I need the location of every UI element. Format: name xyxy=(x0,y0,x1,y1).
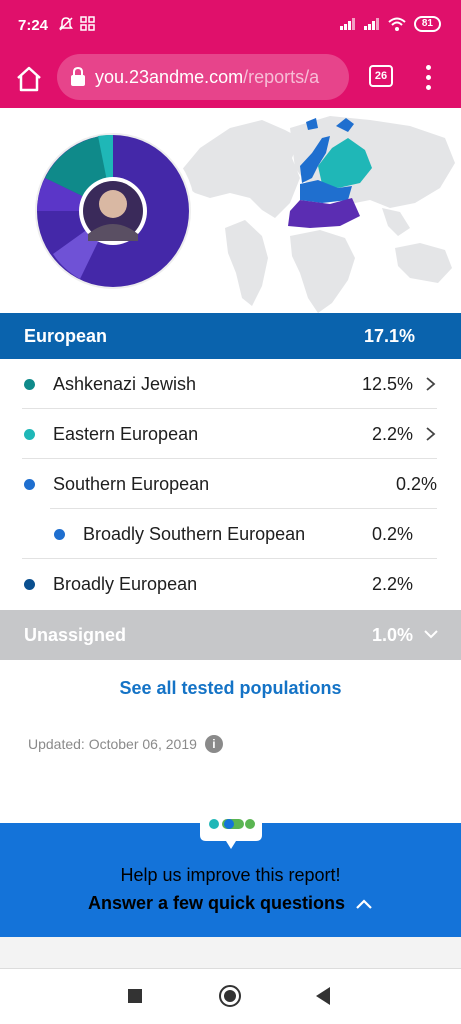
population-row-broadly-southern-european: Broadly Southern European 0.2% xyxy=(0,509,461,559)
bell-off-icon xyxy=(59,17,73,31)
recents-button[interactable] xyxy=(128,989,142,1003)
population-list: Ashkenazi Jewish 12.5% Eastern European … xyxy=(0,359,461,609)
population-percent: 2.2% xyxy=(371,423,413,444)
updated-info: Updated: October 06, 2019 i xyxy=(28,735,223,753)
category-name: European xyxy=(24,325,108,346)
see-all-populations-link[interactable]: See all tested populations xyxy=(0,678,461,699)
feedback-action-label: Answer a few quick questions xyxy=(87,893,346,913)
population-row-broadly-european: Broadly European 2.2% xyxy=(0,559,461,609)
back-button[interactable] xyxy=(316,987,330,1005)
wifi-icon xyxy=(388,17,406,31)
population-name: Southern European xyxy=(53,473,210,494)
ancestry-donut-chart xyxy=(31,129,195,293)
chevron-up-icon xyxy=(356,899,372,910)
population-color-dot xyxy=(24,578,35,590)
status-bar: 7:24 81 xyxy=(0,0,461,52)
apps-icon xyxy=(80,16,95,31)
url-host: you.23andme.com xyxy=(95,66,244,87)
tab-switcher-button[interactable]: 26 xyxy=(369,65,393,87)
url-path: /reports/a xyxy=(243,66,320,87)
population-percent: 12.5% xyxy=(361,373,413,394)
unassigned-label: Unassigned xyxy=(24,624,127,645)
population-color-dot xyxy=(24,378,35,390)
feedback-prompt: Help us improve this report! xyxy=(120,865,341,885)
unassigned-row[interactable]: Unassigned 1.0% xyxy=(0,610,461,660)
home-icon[interactable] xyxy=(14,64,44,94)
system-nav-bar xyxy=(0,969,461,1024)
status-time: 7:24 xyxy=(18,17,49,34)
population-percent: 0.2% xyxy=(395,473,437,494)
unassigned-percent: 1.0% xyxy=(371,624,413,645)
population-percent: 2.2% xyxy=(371,573,413,594)
feedback-action-button[interactable]: Answer a few quick questions xyxy=(0,893,461,914)
signal-icon-2 xyxy=(363,18,379,30)
category-percent: 17.1% xyxy=(363,325,415,346)
ancestry-hero xyxy=(0,108,461,313)
population-name: Ashkenazi Jewish xyxy=(53,373,197,394)
population-row-eastern-european[interactable]: Eastern European 2.2% xyxy=(0,409,461,459)
url-text: you.23andme.com/reports/a xyxy=(95,67,345,88)
population-row-southern-european: Southern European 0.2% xyxy=(0,459,461,509)
home-button[interactable] xyxy=(219,985,241,1007)
category-header-european: European 17.1% xyxy=(0,313,461,359)
population-name: Broadly Southern European xyxy=(83,523,306,544)
chevron-right-icon xyxy=(426,427,436,441)
chat-bubble-icon xyxy=(200,807,262,849)
signal-icon xyxy=(339,18,355,30)
updated-date: Updated: October 06, 2019 xyxy=(28,736,197,752)
population-percent: 0.2% xyxy=(371,523,413,544)
population-color-dot xyxy=(24,478,35,490)
more-vert-icon[interactable] xyxy=(418,62,438,92)
notification-icons xyxy=(58,16,96,32)
info-icon[interactable]: i xyxy=(204,735,223,753)
lock-icon xyxy=(71,67,85,86)
population-name: Eastern European xyxy=(53,423,199,444)
battery-indicator: 81 xyxy=(413,16,441,32)
population-row-ashkenazi-jewish[interactable]: Ashkenazi Jewish 12.5% xyxy=(0,359,461,409)
page-footer-strip xyxy=(0,937,461,969)
population-name: Broadly European xyxy=(53,573,198,594)
address-bar[interactable]: you.23andme.com/reports/a xyxy=(57,54,349,100)
chevron-down-icon xyxy=(424,630,438,639)
status-indicators: 81 xyxy=(339,16,441,32)
chevron-right-icon xyxy=(426,377,436,391)
population-color-dot xyxy=(24,428,35,440)
population-color-dot xyxy=(54,528,65,540)
browser-toolbar: you.23andme.com/reports/a 26 xyxy=(0,52,461,108)
